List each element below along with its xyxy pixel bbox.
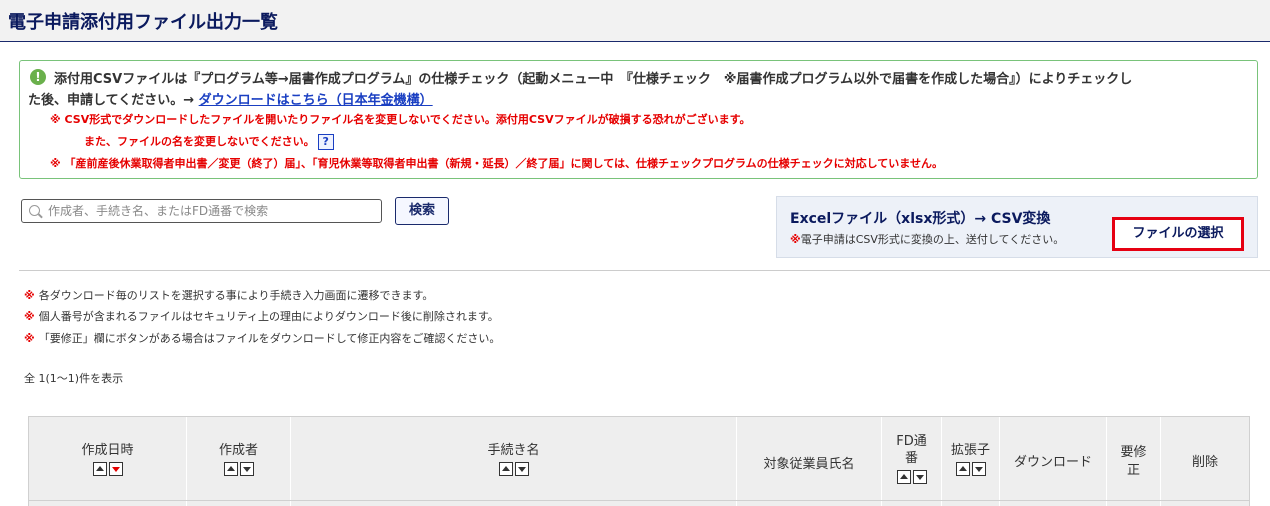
sort-controls [291, 462, 736, 481]
note-item: ※ 各ダウンロード毎のリストを選択する事により手続き入力画面に遷移できます。 [24, 287, 433, 303]
sort-asc-button[interactable] [92, 462, 107, 476]
column-label: ダウンロード [1013, 455, 1092, 470]
sort-desc-button[interactable] [971, 462, 986, 476]
column-label: 手続き名 [487, 443, 540, 458]
help-icon[interactable]: ? [317, 134, 334, 150]
sort-controls [29, 462, 186, 481]
note-text: 各ダウンロード毎のリストを選択する事により手続き入力画面に遷移できます。 [38, 289, 434, 302]
warning-rename-text: また、ファイルの名を変更しないでください。 [84, 135, 315, 148]
page-header: 電子申請添付用ファイル出力一覧 [0, 0, 1270, 42]
csv-convert-panel: Excelファイル（xlsx形式）→ CSV変換 ※電子申請はCSV形式に変換の… [776, 196, 1258, 258]
file-select-button[interactable]: ファイルの選択 [1112, 217, 1244, 251]
notice-box: ! 添付用CSVファイルは『プログラム等→届書作成プログラム』の仕様チェック（起… [19, 60, 1258, 179]
column-delete: 削除 [1161, 417, 1249, 506]
result-count: 全 1(1〜1)件を表示 [24, 372, 124, 385]
sort-controls [942, 462, 999, 481]
sort-controls [187, 462, 290, 481]
divider [19, 270, 1270, 271]
note-mark: ※ [24, 289, 35, 302]
column-procedure-name: 手続き名 [291, 417, 737, 506]
sort-desc-button[interactable] [239, 462, 254, 476]
note-mark: ※ [24, 310, 35, 323]
sort-asc-button[interactable] [896, 470, 911, 484]
column-label: 拡張子 [950, 443, 990, 458]
column-extension: 拡張子 [942, 417, 1000, 506]
info-icon: ! [30, 69, 46, 85]
column-needs-fix: 要修 正 [1107, 417, 1161, 506]
column-created-date: 作成日時 [29, 417, 187, 506]
convert-title: Excelファイル（xlsx形式）→ CSV変換 [790, 211, 1051, 227]
column-label: 作成日時 [81, 443, 134, 458]
notice-line-2-text: た後、申請してください。→ [28, 93, 199, 108]
column-label: 作成者 [218, 443, 258, 458]
column-label: 対象従業員氏名 [763, 457, 855, 472]
sort-asc-button[interactable] [955, 462, 970, 476]
convert-note-text: 電子申請はCSV形式に変換の上、送付してください。 [800, 233, 1065, 246]
note-mark: ※ [24, 332, 35, 345]
warning-rename: また、ファイルの名を変更しないでください。? [84, 133, 334, 150]
page: 電子申請添付用ファイル出力一覧 ! 添付用CSVファイルは『プログラム等→届書作… [0, 0, 1270, 506]
sort-desc-button[interactable] [912, 470, 927, 484]
sort-desc-button[interactable] [108, 462, 123, 476]
column-label: 削除 [1191, 455, 1218, 470]
note-mark: ※ [790, 233, 801, 246]
sort-controls [882, 470, 941, 489]
page-title: 電子申請添付用ファイル出力一覧 [8, 12, 278, 33]
download-link[interactable]: ダウンロードはこちら（日本年金機構） [199, 93, 433, 108]
column-label: 要修 [1120, 445, 1147, 460]
sort-desc-button[interactable] [514, 462, 529, 476]
notice-line-2: た後、申請してください。→ ダウンロードはこちら（日本年金機構） [28, 89, 433, 108]
sort-asc-button[interactable] [498, 462, 513, 476]
convert-note: ※電子申請はCSV形式に変換の上、送付してください。 [790, 231, 1064, 247]
column-label: 正 [1126, 463, 1140, 478]
column-fd-number: FD通 番 [882, 417, 942, 506]
notice-line-1: 添付用CSVファイルは『プログラム等→届書作成プログラム』の仕様チェック（起動メ… [54, 72, 1133, 87]
warning-spec-check: ※ 「産前産後休業取得者申出書／変更（終了）届」、「育児休業等取得者申出書（新規… [50, 157, 943, 170]
sort-asc-button[interactable] [223, 462, 238, 476]
column-label: 番 [904, 451, 918, 466]
search-field[interactable] [21, 199, 382, 223]
note-text: 「要修正」欄にボタンがある場合はファイルをダウンロードして修正内容をご確認くださ… [38, 332, 501, 345]
table-divider [29, 500, 1249, 501]
search-input[interactable] [48, 202, 378, 220]
search-button[interactable]: 検索 [395, 197, 449, 225]
file-table-header: 作成日時 作成者 手続き名 対象従業員氏名 FD通 番 拡張子 ダウンロード 要… [28, 416, 1250, 506]
note-item: ※ 「要修正」欄にボタンがある場合はファイルをダウンロードして修正内容をご確認くだ… [24, 330, 500, 346]
search-icon [29, 205, 40, 216]
column-download: ダウンロード [1000, 417, 1107, 506]
column-employee-name: 対象従業員氏名 [737, 417, 882, 506]
note-item: ※ 個人番号が含まれるファイルはセキュリティ上の理由によりダウンロード後に削除され… [24, 308, 499, 324]
column-creator: 作成者 [187, 417, 291, 506]
note-text: 個人番号が含まれるファイルはセキュリティ上の理由によりダウンロード後に削除されま… [38, 310, 499, 323]
warning-csv: ※ CSV形式でダウンロードしたファイルを開いたりファイル名を変更しないでくださ… [50, 113, 751, 126]
